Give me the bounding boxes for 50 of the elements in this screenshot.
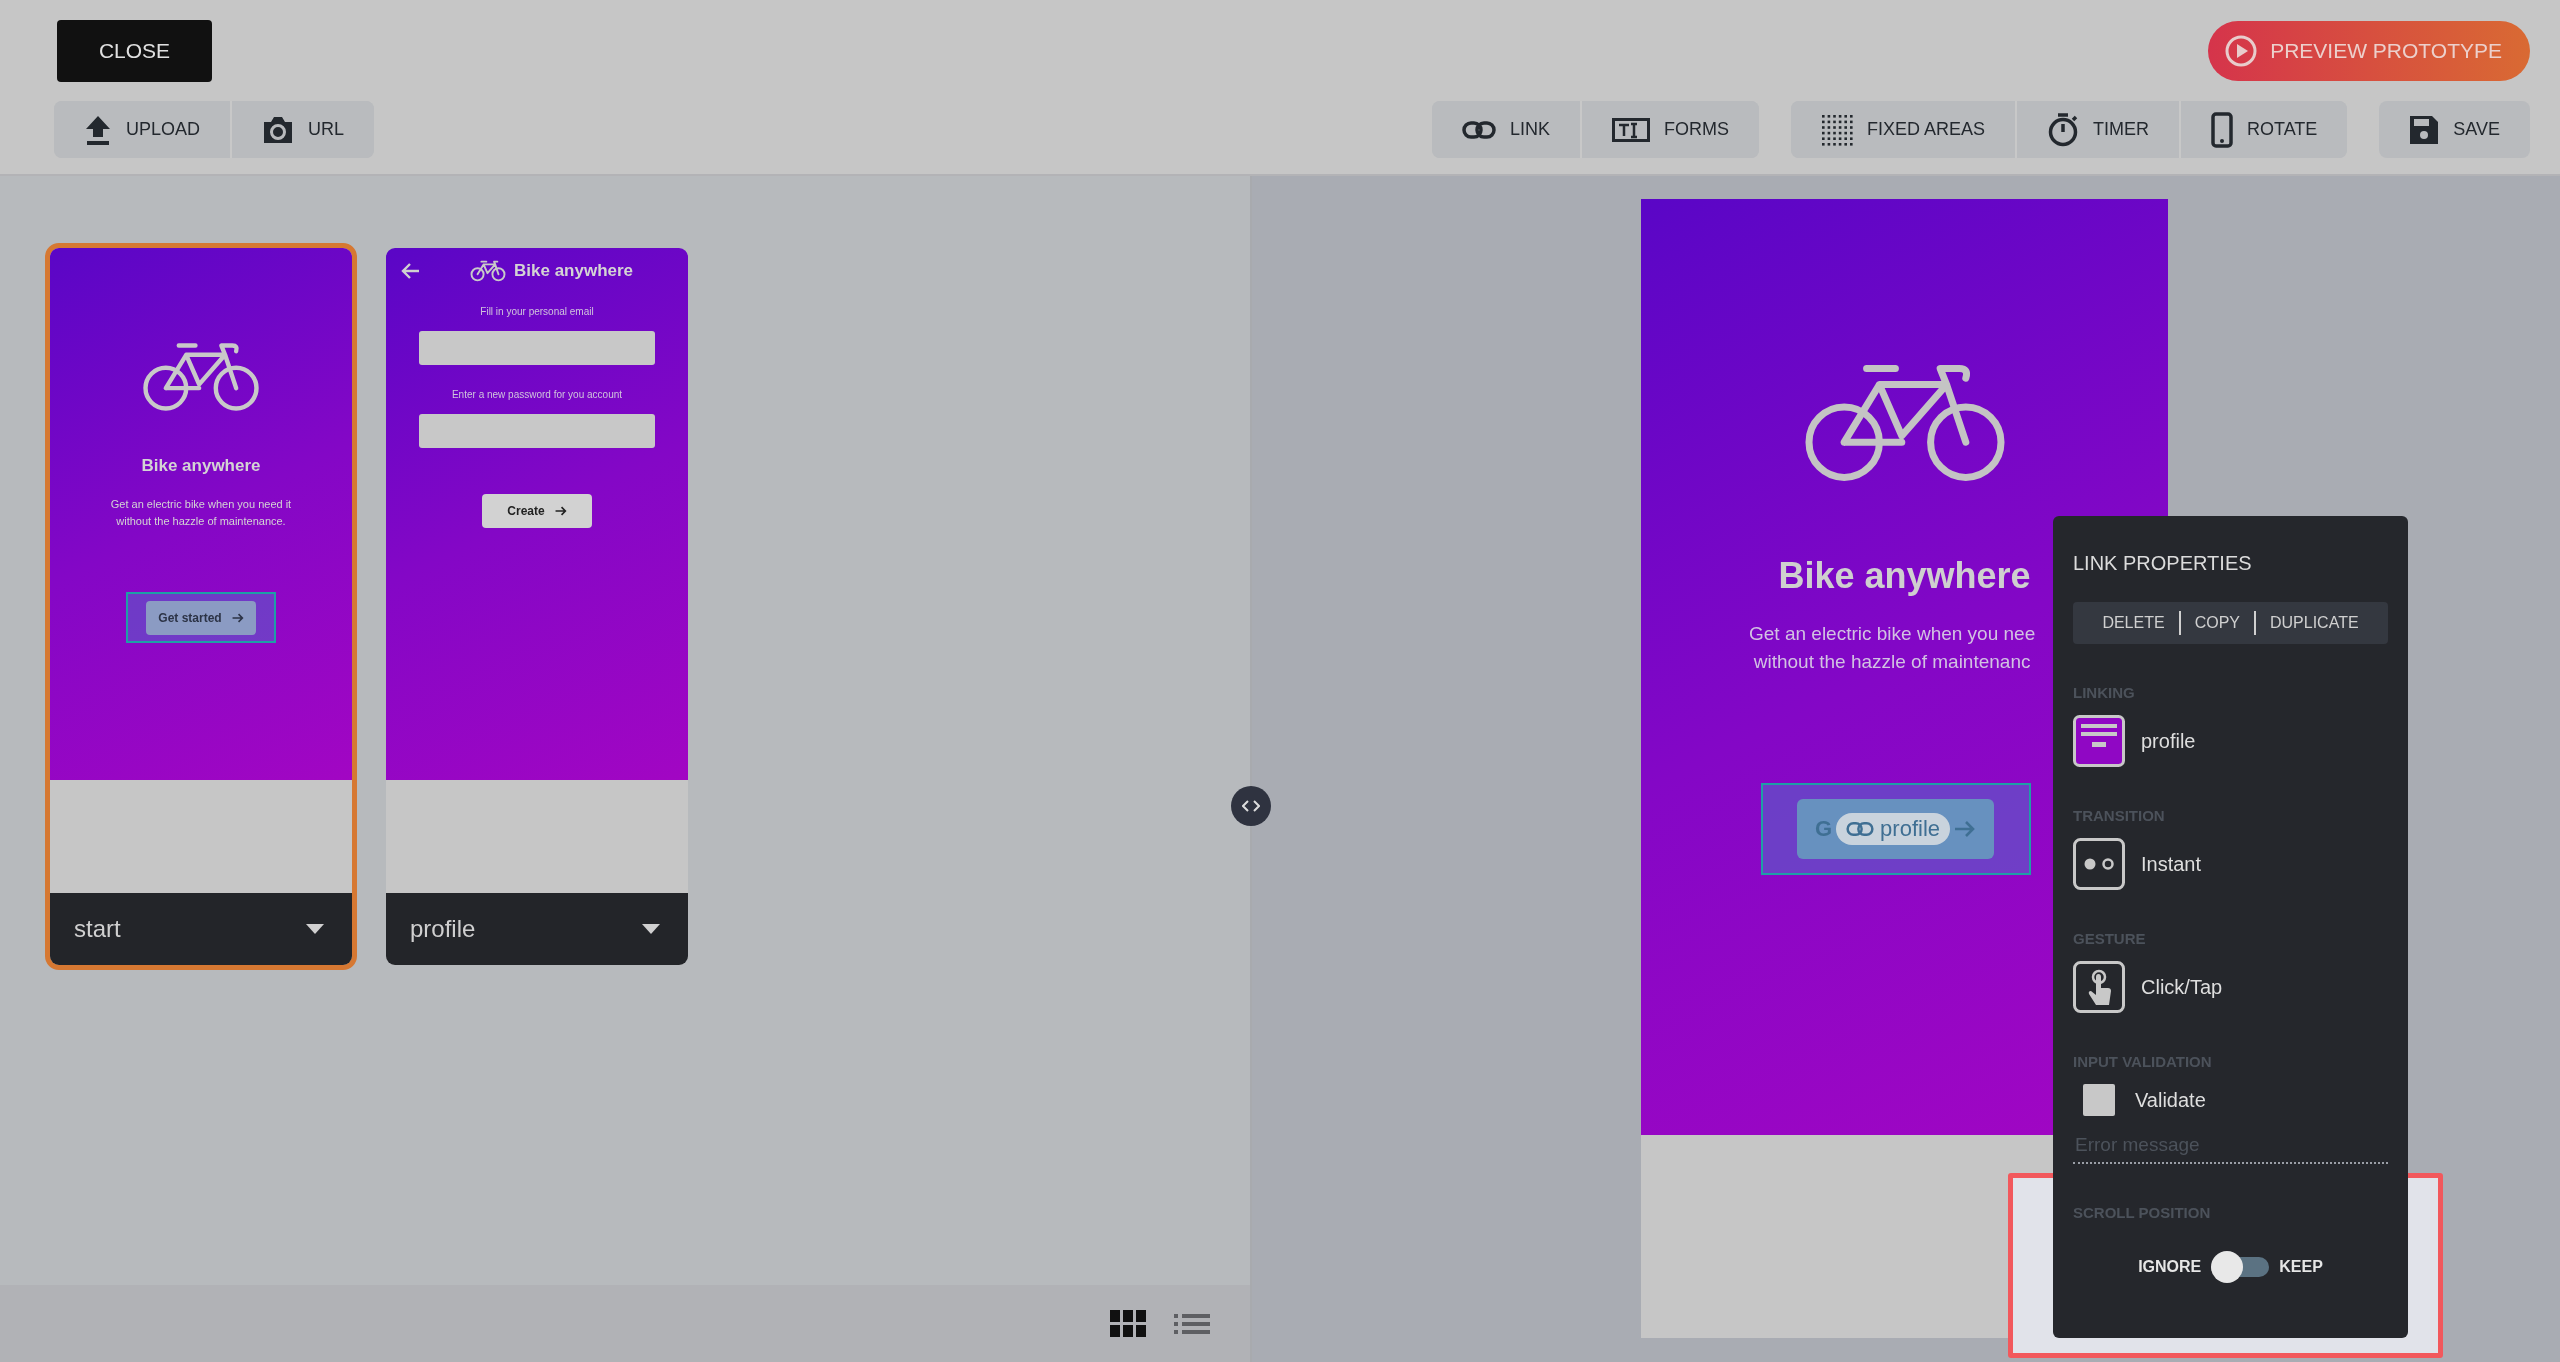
list-view-icon[interactable] [1174, 1311, 1210, 1336]
text-field-icon [1611, 117, 1650, 142]
upload-icon [84, 114, 112, 145]
link-icon [1461, 120, 1496, 139]
arrow-right-icon [554, 506, 567, 516]
dropdown-caret-icon[interactable] [306, 924, 324, 934]
screen-description: Get an electric bike when you nee [1749, 623, 2036, 645]
screen-thumbnail-icon [2073, 715, 2125, 767]
hand-pointer-icon [2073, 961, 2125, 1013]
checkbox-label: Validate [2135, 1088, 2206, 1112]
bicycle-icon [470, 260, 506, 282]
screen-description: without the hazzle of maintenanc [1753, 651, 2031, 673]
screen-card[interactable]: Bike anywhere Get an electric bike when you need it without the hazzle of maintenance. Get started start [45, 243, 357, 970]
close-button[interactable]: CLOSE [57, 20, 212, 82]
phone-icon [2210, 111, 2233, 148]
transition-dots-icon [2073, 838, 2125, 890]
splitter-handle[interactable] [1231, 786, 1271, 826]
field-label: Enter a new password for you account [451, 389, 623, 400]
panel-action-button[interactable]: COPY [2190, 614, 2244, 632]
transition-value[interactable]: Instant [2141, 852, 2202, 876]
screen-title: Bike anywhere [514, 261, 634, 281]
panel-title: LINK PROPERTIES [2073, 552, 2253, 575]
arrow-right-icon [231, 612, 244, 623]
screen-name: start [74, 915, 121, 943]
panel-action-button[interactable]: DELETE [2098, 614, 2169, 632]
grid-view-icon[interactable] [1110, 1309, 1146, 1338]
stopwatch-icon [2046, 112, 2079, 147]
play-icon [2224, 34, 2259, 68]
field-label: Fill in your personal email [480, 306, 594, 317]
screen-name: profile [410, 915, 476, 943]
forms-button[interactable]: FORMS [1579, 101, 1759, 158]
gesture-value[interactable]: Click/Tap [2141, 975, 2223, 999]
dropdown-caret-icon[interactable] [642, 924, 660, 934]
panel-action-button[interactable]: DUPLICATE [2266, 614, 2363, 632]
bicycle-icon [140, 340, 262, 414]
toggle-option-label: IGNORE [2138, 1258, 2202, 1276]
get-started-button: Get started [146, 600, 256, 635]
toggle-option-label: KEEP [2279, 1258, 2323, 1276]
dotted-square-icon [1820, 113, 1853, 146]
link-icon [1846, 821, 1875, 837]
screen-title: Bike anywhere [141, 456, 261, 476]
linking-target[interactable]: profile [2141, 729, 2196, 753]
create-button: Create [482, 494, 592, 528]
camera-icon [262, 115, 295, 144]
validate-checkbox[interactable] [2083, 1084, 2115, 1116]
arrow-right-icon [1954, 820, 1976, 838]
screen-description: Get an electric bike when you need it without the hazzle of maintenance. [109, 497, 293, 530]
link-target-chip[interactable]: profile [1836, 813, 1950, 845]
screen-title: Bike anywhere [1778, 555, 2031, 597]
back-arrow-icon [400, 262, 420, 280]
